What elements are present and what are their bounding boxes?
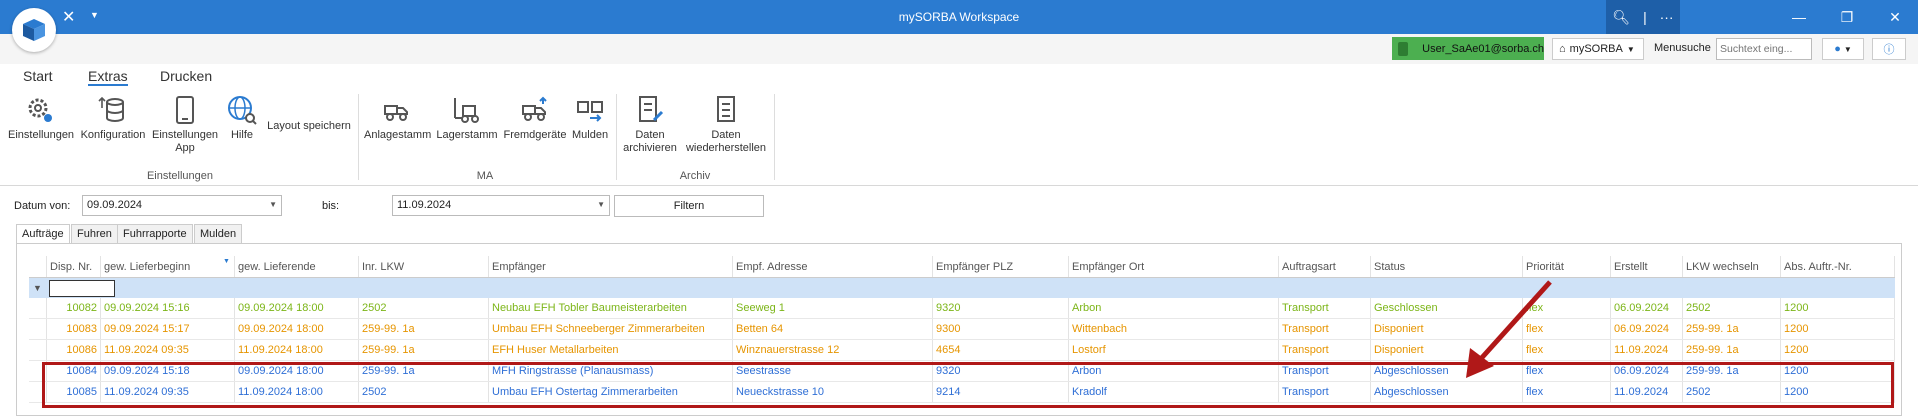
box-icon xyxy=(23,19,45,41)
app-logo-icon[interactable] xyxy=(12,8,56,52)
annotation-arrow-icon xyxy=(1466,280,1552,378)
app-window: mySORBA Workspace ✕ ▼ 🔍︎ | ··· — ❐ ✕ Use… xyxy=(0,0,1918,416)
